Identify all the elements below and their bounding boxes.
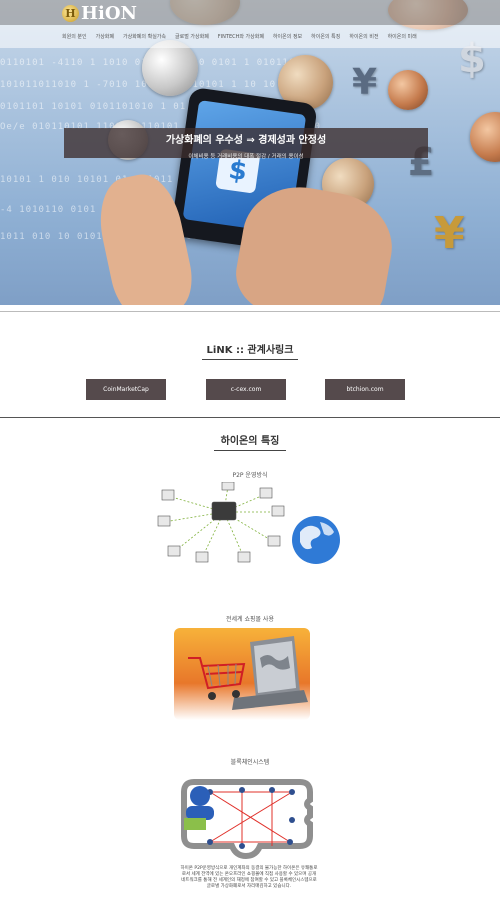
hero-banner: 0110101 -4110 1 1010 01011010110 0101 1 … xyxy=(0,0,500,305)
coin-image xyxy=(470,112,500,162)
divider xyxy=(0,417,500,418)
hero-caption: 가상화폐의 우수성 ⇒ 경제성과 안정성 이체비용 등 거래비용의 대폭 절감 … xyxy=(64,128,428,160)
menu-item[interactable]: 가상화폐 xyxy=(96,33,114,40)
yen-icon: ¥ xyxy=(352,62,378,103)
menu-item[interactable]: 하이온의 정보 xyxy=(273,33,302,40)
features-heading-text: 하이온의 특징 xyxy=(220,436,280,447)
divider xyxy=(0,311,500,312)
feature-caption: P2P 운영방식 xyxy=(232,472,268,479)
yen-icon: ¥ xyxy=(434,208,465,259)
menu-item[interactable]: 하이온의 특징 xyxy=(311,33,340,40)
p2p-network-illustration xyxy=(157,482,340,564)
links-heading: LiNK :: 관계사링크 xyxy=(0,341,500,360)
link-button-btchion[interactable]: btchion.com xyxy=(325,379,405,400)
matrix-text: 0110101 -4110 1 1010 01011010110 0101 1 … xyxy=(0,58,296,68)
heading-underline xyxy=(202,359,298,360)
feature-caption: 전세계 쇼핑몰 사용 xyxy=(226,616,274,623)
blockchain-illustration xyxy=(181,779,313,860)
link-button-coinmarketcap[interactable]: CoinMarketCap xyxy=(86,379,166,400)
features-heading: 하이온의 특징 xyxy=(0,432,500,451)
links-heading-text: LiNK :: 관계사링크 xyxy=(206,345,294,356)
features-description: 하이온 P2P운영방식으로 개인계좌의 동결의 불가능한 하이온은 유쾌통로로서… xyxy=(180,866,318,889)
shopping-cart-illustration xyxy=(174,628,310,720)
logo-mark: H xyxy=(62,4,79,22)
main-menu: 회원의 분인 가상화폐 가상화폐의 확실가속 글로벌 가상화폐 FINTECH와… xyxy=(62,33,417,40)
hero-subline: 이체비용 등 거래비용의 대폭 절감 / 거래의 용이성 xyxy=(188,154,304,160)
menu-item[interactable]: 가상화폐의 확실가속 xyxy=(123,33,166,40)
menu-item[interactable]: 글로벌 가상화폐 xyxy=(175,33,209,40)
coin-image xyxy=(388,70,428,110)
hero-headline: 가상화폐의 우수성 ⇒ 경제성과 안정성 xyxy=(165,135,327,146)
menu-item[interactable]: 하이온의 미래 xyxy=(388,33,417,40)
feature-caption: 블록체인시스템 xyxy=(230,759,270,766)
logo-text: HiON xyxy=(81,2,137,24)
link-button-ccex[interactable]: c-cex.com xyxy=(206,379,286,400)
menu-item[interactable]: 회원의 분인 xyxy=(62,33,87,40)
menu-item[interactable]: 하이온의 비전 xyxy=(349,33,378,40)
heading-underline xyxy=(214,450,286,451)
site-logo[interactable]: H HiON xyxy=(62,2,137,24)
menu-item[interactable]: FINTECH와 가상화폐 xyxy=(218,33,264,40)
coin-image xyxy=(142,40,198,96)
